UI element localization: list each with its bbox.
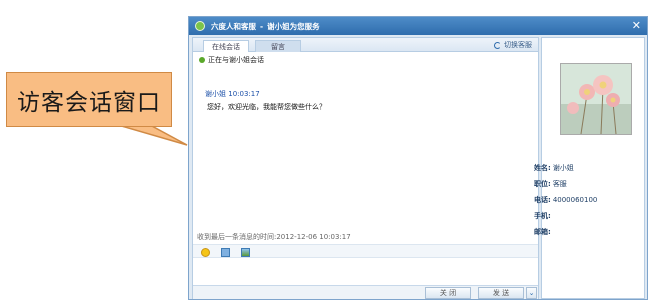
chat-window: 六度人和客服 - 谢小姐为您服务 ✕ 在线会话 留言 切换客服 正在与谢小姐会话… (188, 16, 648, 300)
online-status-icon (199, 57, 205, 63)
message-sender: 谢小姐 (205, 90, 226, 98)
last-message-time: 收到最后一条消息的时间:2012-12-06 10:03:17 (197, 233, 351, 241)
info-row-phone: 电话: 4000060100 (534, 192, 597, 208)
app-logo-icon (195, 21, 205, 31)
tab-online-chat[interactable]: 在线会话 (203, 40, 249, 52)
window-title-separator: - (260, 21, 264, 31)
close-icon[interactable]: ✕ (632, 19, 641, 32)
send-button[interactable]: 发 送 (478, 287, 524, 299)
agent-info-list: 姓名: 谢小姐 职位: 客服 电话: 4000060100 手机: 邮箱: (534, 160, 597, 240)
callout-label: 访客会话窗口 (6, 72, 172, 127)
note-icon[interactable] (221, 248, 230, 257)
info-value-phone: 4000060100 (552, 196, 598, 204)
tab-bar: 在线会话 留言 切换客服 (193, 38, 538, 52)
session-status-text: 正在与谢小姐会话 (208, 56, 264, 64)
info-row-name: 姓名: 谢小姐 (534, 160, 597, 176)
window-titlebar[interactable]: 六度人和客服 - 谢小姐为您服务 ✕ (189, 17, 647, 35)
tab-leave-message[interactable]: 留言 (255, 40, 301, 52)
info-label-position: 职位: (534, 180, 551, 188)
info-label-phone: 电话: (534, 196, 551, 204)
agent-profile-pane: 姓名: 谢小姐 职位: 客服 电话: 4000060100 手机: 邮箱: (534, 37, 645, 299)
flower-photo-icon (561, 64, 631, 134)
message-header: 谢小姐 10:03:17 (205, 89, 260, 99)
agent-avatar (560, 63, 632, 135)
info-row-mobile: 手机: (534, 208, 597, 224)
send-options-chevron-icon[interactable]: ⌄ (526, 287, 537, 299)
info-label-mobile: 手机: (534, 212, 551, 220)
emoji-icon[interactable] (201, 248, 210, 257)
message-text: 您好，欢迎光临，我能帮您做些什么？ (207, 103, 326, 111)
info-label-name: 姓名: (534, 164, 551, 172)
info-value-position: 客服 (552, 180, 567, 188)
annotation-callout: 访客会话窗口 (0, 0, 200, 160)
conversation-pane: 在线会话 留言 切换客服 正在与谢小姐会话 谢小姐 10:03:17 您好，欢迎… (192, 37, 539, 299)
info-label-email: 邮箱: (534, 228, 551, 236)
refresh-icon (494, 41, 501, 49)
switch-agent-label: 切换客服 (504, 41, 532, 49)
info-row-position: 职位: 客服 (534, 176, 597, 192)
switch-agent-button[interactable]: 切换客服 (494, 40, 532, 50)
session-status: 正在与谢小姐会话 (199, 55, 264, 65)
info-row-email: 邮箱: (534, 224, 597, 240)
info-value-name: 谢小姐 (552, 164, 574, 172)
window-title-company: 六度人和客服 (211, 21, 256, 31)
message-time: 10:03:17 (228, 90, 260, 98)
close-button[interactable]: 关 闭 (425, 287, 471, 299)
window-title-agent: 谢小姐为您服务 (267, 21, 320, 31)
input-toolbar (193, 244, 538, 258)
image-icon[interactable] (241, 248, 250, 257)
message-input[interactable] (193, 259, 538, 285)
action-bar: 关 闭 发 送 ⌄ (193, 285, 538, 299)
